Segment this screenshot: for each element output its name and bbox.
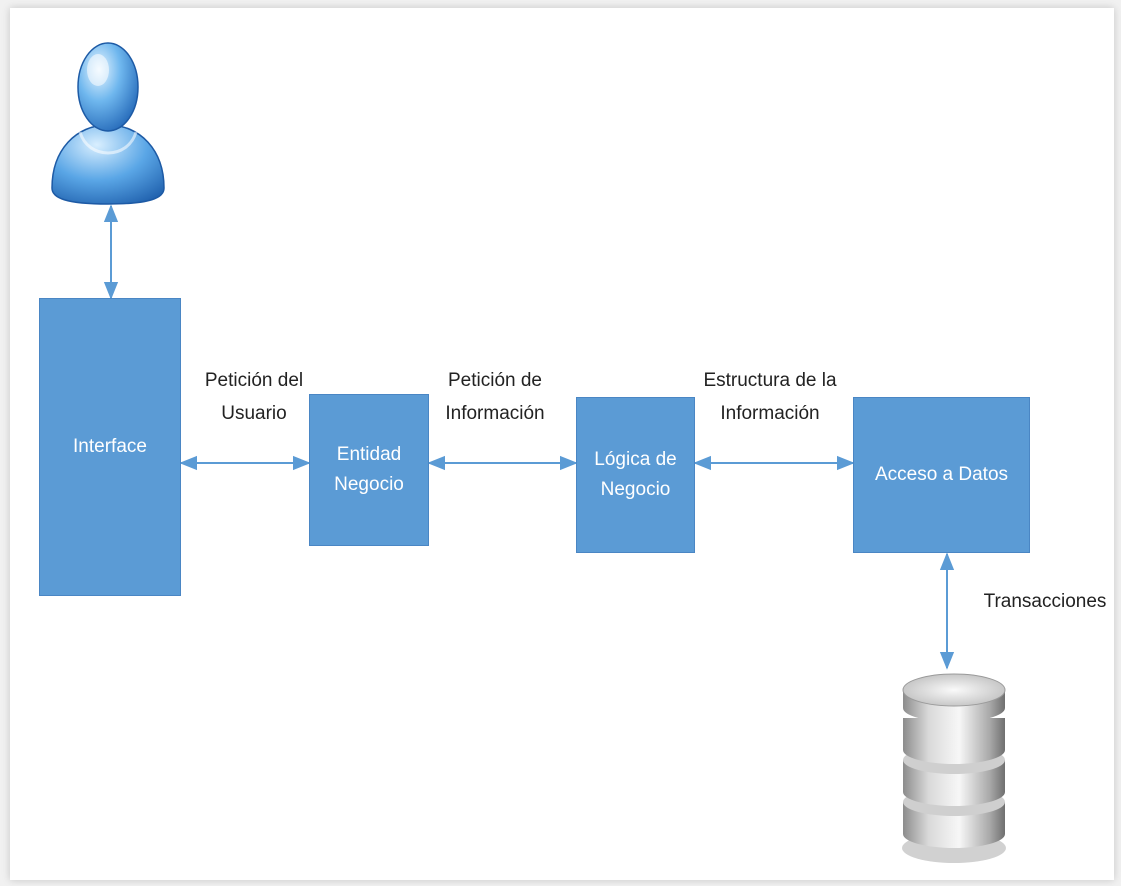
user-person-icon: [51, 42, 165, 205]
logica-negocio-block: Lógica de Negocio: [576, 397, 695, 553]
transacciones-label: Transacciones: [983, 591, 1107, 612]
entidad-negocio-block: Entidad Negocio: [309, 394, 429, 546]
interface-block: Interface: [39, 298, 181, 596]
acceso-datos-block: Acceso a Datos: [853, 397, 1030, 553]
database-cylinder-icon: [902, 673, 1006, 863]
peticion-informacion-label: Petición de Información: [445, 370, 545, 424]
peticion-usuario-label: Petición del Usuario: [204, 370, 304, 424]
diagram-canvas: Interface Entidad Negocio Lógica de Nego…: [0, 0, 1121, 886]
estructura-informacion-label: Estructura de la Información: [703, 370, 837, 424]
